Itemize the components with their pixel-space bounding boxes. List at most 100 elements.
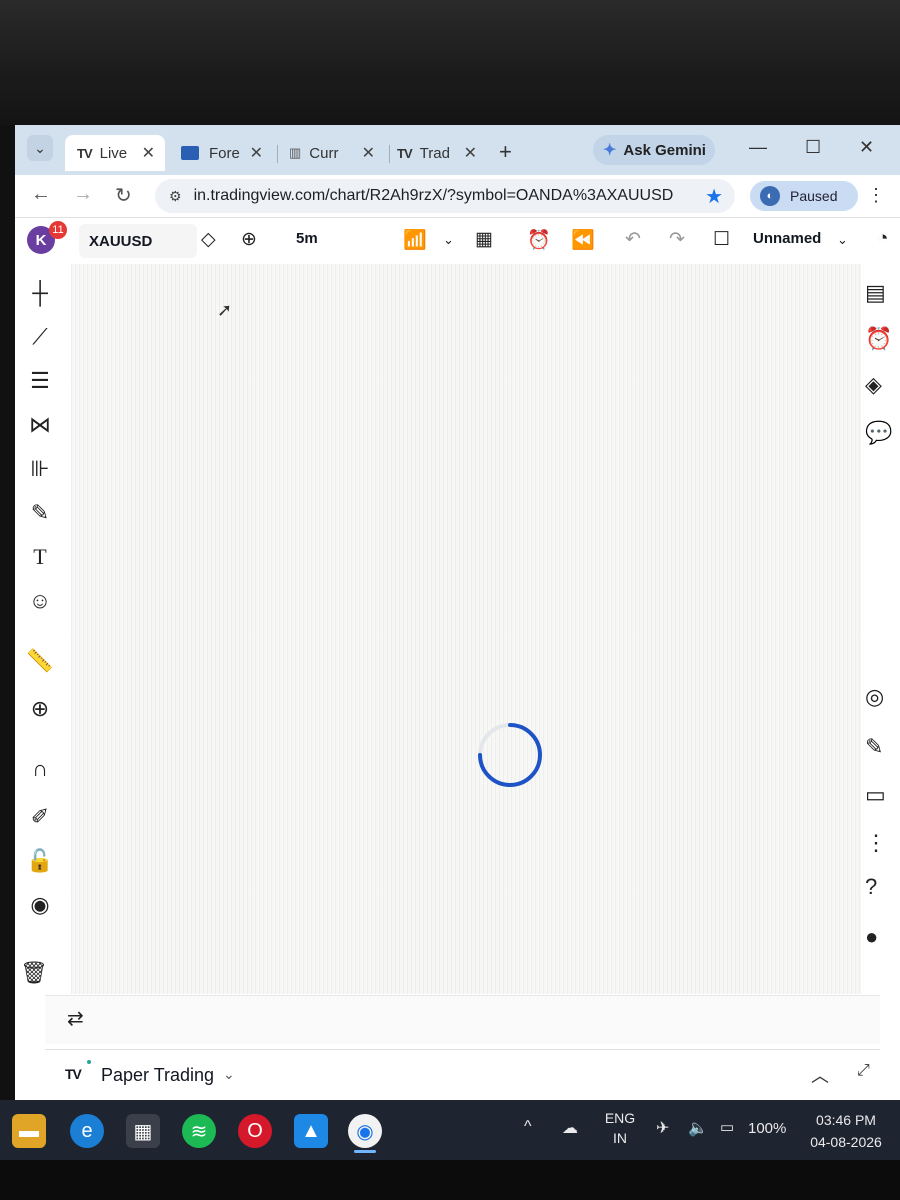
diamond-icon[interactable]: ◇ [201, 228, 216, 251]
help-icon[interactable]: ? [865, 874, 877, 900]
unlock-icon[interactable]: 🔓 [21, 848, 59, 874]
tab-trad[interactable]: TV Trad ✕ [385, 135, 487, 171]
alerts-clock-icon[interactable]: ⏰ [865, 326, 892, 352]
maximize-panel-icon[interactable]: ⤢ [857, 1062, 870, 1080]
layout-square-icon[interactable]: ☐ [713, 228, 730, 251]
zoom-in-icon[interactable]: ⊕ [21, 696, 59, 722]
trading-panel-bar[interactable]: TV Paper Trading ⌄ ︿ ⤢ [45, 1049, 880, 1100]
lock-drawing-icon[interactable]: ✐ [21, 804, 59, 830]
close-window-icon[interactable]: ✕ [859, 137, 874, 158]
notification-badge: 11 [49, 221, 67, 239]
new-tab-button[interactable]: + [499, 139, 512, 165]
crosshair-icon[interactable]: ┼ [21, 280, 59, 306]
language-indicator[interactable]: ENG IN [600, 1110, 640, 1146]
undo-icon[interactable]: ↶ [625, 228, 641, 251]
store-icon[interactable]: ▦ [126, 1114, 160, 1148]
symbol-search-button[interactable]: XAUUSD [79, 224, 197, 258]
chevron-down-icon[interactable]: ⌄ [223, 1066, 235, 1083]
ask-gemini-label: Ask Gemini [623, 141, 706, 159]
gemini-sparkle-icon: ✦ [603, 142, 617, 159]
expand-panel-icon[interactable]: ︿ [811, 1062, 829, 1088]
close-tab-icon[interactable]: ✕ [250, 143, 263, 163]
close-tab-icon[interactable]: ✕ [362, 143, 375, 163]
loading-spinner-icon [478, 723, 542, 787]
tab-strip: ⌄ TV Live ✕ Fore ✕ ▥ Curr ✕ TV Trad ✕ + … [15, 125, 900, 175]
opera-icon[interactable]: O [238, 1114, 272, 1148]
maximize-window-icon[interactable]: ☐ [805, 137, 821, 158]
chart-canvas[interactable]: ➚ [71, 264, 881, 994]
layers-icon[interactable]: ◈ [865, 372, 882, 398]
onedrive-cloud-icon[interactable]: ☁ [562, 1118, 578, 1138]
clock[interactable]: 03:46 PM 04-08-2026 [806, 1112, 886, 1150]
emoji-icon[interactable]: ☺ [21, 588, 59, 614]
spotify-icon[interactable]: ≋ [182, 1114, 216, 1148]
chrome-icon[interactable]: ◉ [348, 1114, 382, 1148]
tab-curr[interactable]: ▥ Curr ✕ [281, 135, 385, 171]
volume-icon[interactable]: 🔈 [688, 1118, 708, 1138]
browser-menu-icon[interactable]: ⋮ [867, 185, 885, 206]
monitor-bezel [0, 0, 900, 125]
forward-arrow-icon[interactable]: → [73, 183, 93, 206]
edge-browser-icon[interactable]: e [70, 1114, 104, 1148]
eye-visibility-icon[interactable]: ◉ [21, 892, 59, 918]
tab-live[interactable]: TV Live ✕ [65, 135, 165, 171]
bar-chart-favicon-icon: ▥ [289, 145, 302, 160]
magnet-icon[interactable]: ∩ [21, 756, 59, 782]
redo-icon[interactable]: ↷ [669, 228, 685, 251]
bookmark-star-icon[interactable]: ★ [705, 184, 723, 209]
brush-icon[interactable]: ✎ [21, 500, 59, 526]
file-explorer-icon[interactable]: ▬ [12, 1114, 46, 1148]
watchlist-icon[interactable]: ▤ [865, 280, 886, 306]
photos-icon[interactable]: ▲ [294, 1114, 328, 1148]
profile-paused-button[interactable]: ◐ Paused [750, 181, 858, 211]
tab-fore[interactable]: Fore ✕ [173, 135, 273, 171]
ask-gemini-button[interactable]: ✦ Ask Gemini [593, 135, 715, 165]
calendar-icon[interactable]: ▭ [865, 782, 886, 808]
pencil-icon[interactable]: ✎ [865, 734, 883, 760]
paper-trading-label[interactable]: Paper Trading [101, 1065, 214, 1086]
clock-date: 04-08-2026 [810, 1134, 882, 1150]
chevron-down-icon[interactable]: ⌄ [837, 232, 848, 248]
chart-type-icon[interactable]: 📶 [403, 228, 427, 252]
profile-status-label: Paused [790, 188, 838, 204]
address-bar[interactable]: ⚙ in.tradingview.com/chart/R2Ah9rzX/?sym… [155, 179, 735, 213]
close-tab-icon[interactable]: ✕ [142, 143, 155, 163]
go-to-date-icon[interactable]: ⇄ [67, 1006, 84, 1031]
close-tab-icon[interactable]: ✕ [464, 143, 477, 163]
tab-divider [277, 145, 278, 163]
mouse-pointer-icon: ➚ [217, 300, 233, 320]
compare-add-icon[interactable]: ⊕ [241, 228, 257, 251]
more-icon[interactable]: ● [865, 924, 878, 950]
show-hidden-icons-icon[interactable]: ^ [524, 1118, 532, 1136]
add-alert-clock-icon[interactable]: ⏰ [527, 228, 551, 252]
trend-line-icon[interactable]: ⟋ [21, 324, 59, 350]
quick-search-icon[interactable]: ◔ [877, 228, 888, 250]
forecast-icon[interactable]: ⊪ [21, 456, 59, 482]
indicators-grid-icon[interactable]: ▦ [475, 228, 493, 251]
reload-icon[interactable]: ↻ [115, 183, 132, 208]
layout-name-button[interactable]: Unnamed [753, 230, 821, 247]
fib-lines-icon[interactable]: ☰ [21, 368, 59, 394]
site-info-icon[interactable]: ⚙ [169, 188, 182, 205]
chart-header-toolbar: K 11 XAUUSD ◇ ⊕ 5m 📶 ⌄ ▦ ⏰ ⏪ ↶ ↷ ☐ Unnam… [15, 218, 900, 264]
tradingview-logo-icon: TV [397, 145, 413, 161]
news-favicon-icon [181, 146, 199, 160]
battery-icon[interactable]: ▭ [720, 1118, 734, 1136]
minimize-window-icon[interactable]: — [749, 137, 767, 158]
trash-icon[interactable]: 🗑 [15, 960, 53, 986]
tab-search-button[interactable]: ⌄ [27, 135, 53, 161]
chat-icon[interactable]: 💬 [865, 420, 892, 446]
airplane-mode-icon[interactable]: ✈ [656, 1118, 669, 1138]
pattern-icon[interactable]: ⋈ [21, 412, 59, 438]
browser-window: ⌄ TV Live ✕ Fore ✕ ▥ Curr ✕ TV Trad ✕ + … [15, 125, 900, 1100]
windows-taskbar: ▬ e ▦ ≋ O ▲ ◉ ^ ☁ ENG IN ✈ 🔈 ▭ 100% 03:4… [0, 1100, 900, 1160]
replay-rewind-icon[interactable]: ⏪ [571, 228, 595, 252]
target-icon[interactable]: ◎ [865, 684, 884, 710]
back-arrow-icon[interactable]: ← [31, 183, 51, 206]
options-icon[interactable]: ⋮ [865, 830, 887, 856]
ruler-icon[interactable]: 📏 [21, 648, 59, 674]
right-widget-bar: ▤ ⏰ ◈ 💬 ◎ ✎ ▭ ⋮ ? ● [861, 264, 900, 1100]
interval-button[interactable]: 5m [296, 230, 318, 247]
chevron-down-icon[interactable]: ⌄ [443, 232, 454, 248]
text-tool-icon[interactable]: T [21, 544, 59, 570]
